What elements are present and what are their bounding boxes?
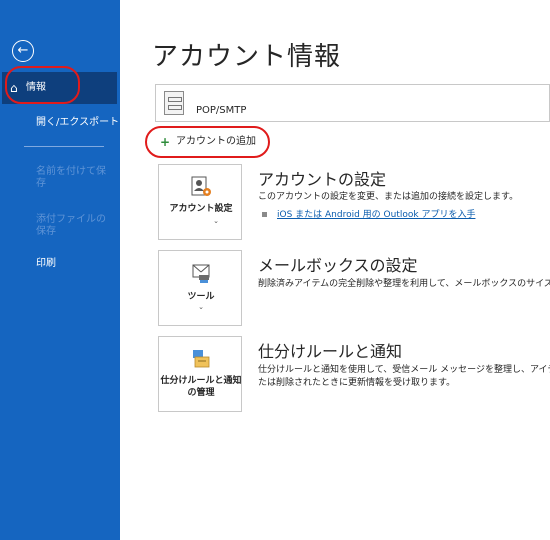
chevron-down-icon: ⌄ — [213, 217, 219, 225]
section-description: たは削除されたときに更新情報を受け取ります。 — [258, 378, 456, 388]
section-description: このアカウントの設定を変更、または追加の接続を設定します。 — [258, 192, 519, 202]
section-title: メールボックスの設定 — [258, 256, 418, 275]
account-settings-icon — [191, 176, 211, 196]
mailbox-icon — [164, 91, 184, 115]
section-description: 削除済みアイテムの完全削除や整理を利用して、メールボックスのサイズを — [258, 279, 550, 289]
tile-label: アカウント設定 — [169, 204, 233, 214]
back-arrow-icon[interactable]: ← — [12, 40, 34, 62]
highlight-ring — [5, 66, 80, 104]
account-selector[interactable]: POP/SMTP — [155, 84, 550, 122]
backstage-sidebar: ← ⌂ 情報 開く/エクスポート 名前を付けて保存 添付ファイルの保存 印刷 — [0, 0, 120, 540]
tile-label: 仕分けルールと通知の管理 — [160, 376, 242, 398]
sidebar-item-print[interactable]: 印刷 — [0, 248, 120, 280]
rules-alerts-icon — [193, 350, 210, 368]
section-title: 仕分けルールと通知 — [258, 342, 403, 361]
sidebar-divider — [24, 146, 104, 147]
account-settings-button[interactable]: アカウント設定 ⌄ — [158, 164, 242, 240]
sidebar-item-save-attachments[interactable]: 添付ファイルの保存 — [0, 208, 120, 248]
sidebar-item-save-as[interactable]: 名前を付けて保存 — [0, 160, 120, 200]
sidebar-item-label: 添付ファイルの保存 — [36, 214, 106, 237]
chevron-down-icon: ⌄ — [198, 303, 204, 311]
tools-button[interactable]: ツール ⌄ — [158, 250, 242, 326]
get-mobile-app-link[interactable]: iOS または Android 用の Outlook アプリを入手 — [262, 207, 475, 220]
sidebar-item-label: 名前を付けて保存 — [36, 166, 106, 189]
tile-label: ツール — [187, 292, 215, 302]
bullet-icon — [262, 212, 267, 217]
sidebar-item-label: 印刷 — [36, 258, 56, 269]
section-description: 仕分けルールと通知を使用して、受信メール メッセージを整理し、アイテム — [258, 365, 550, 375]
manage-rules-button[interactable]: 仕分けルールと通知の管理 — [158, 336, 242, 412]
page-title: アカウント情報 — [152, 42, 342, 72]
link-text: iOS または Android 用の Outlook アプリを入手 — [277, 210, 476, 220]
section-title: アカウントの設定 — [258, 170, 387, 189]
account-type-label: POP/SMTP — [196, 105, 247, 116]
sidebar-item-label: 開く/エクスポート — [36, 117, 120, 128]
sidebar-item-open-export[interactable]: 開く/エクスポート — [0, 107, 120, 139]
highlight-ring — [145, 126, 270, 158]
tools-icon — [192, 264, 210, 283]
